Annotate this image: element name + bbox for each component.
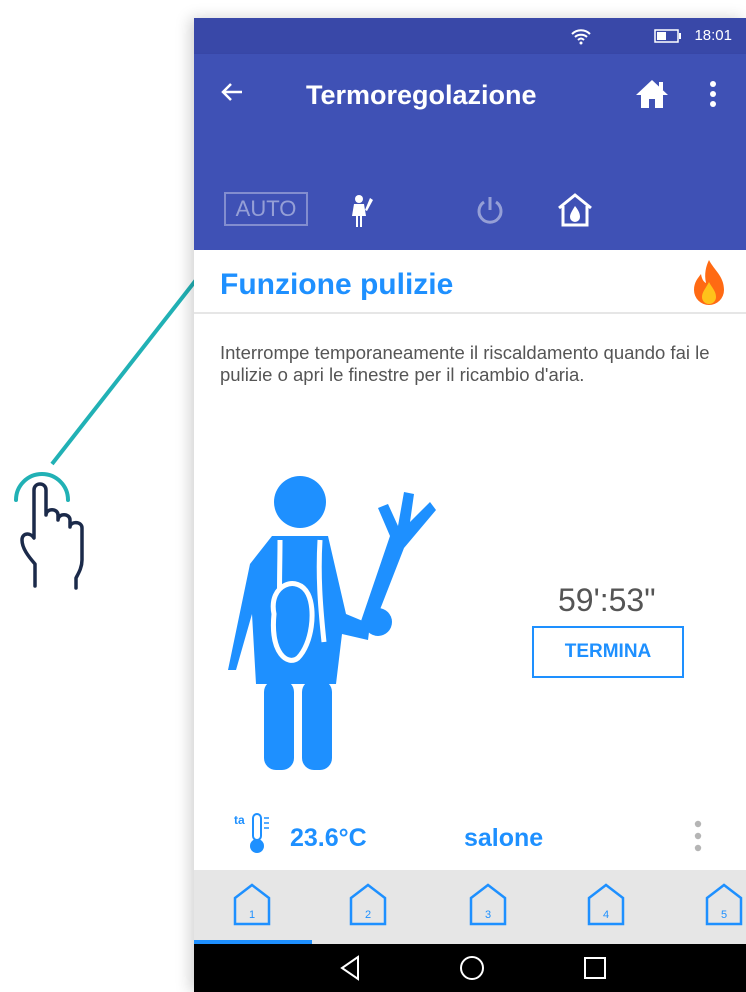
zone-tab-3[interactable]: 3 — [468, 882, 508, 928]
zone-tab-2[interactable]: 2 — [348, 882, 388, 928]
zone-status-row: ta 23.6°C salone — [194, 810, 746, 860]
zone-house-icon: 1 — [233, 883, 271, 926]
android-nav-bar — [194, 944, 746, 992]
home-icon[interactable] — [634, 78, 670, 110]
cleaning-person-illustration — [228, 476, 436, 770]
cleaning-mode-icon[interactable] — [350, 194, 374, 228]
status-time: 18:01 — [694, 27, 732, 44]
zone-tab-number: 1 — [249, 909, 255, 921]
zone-tab-bar: 1 2 3 4 5 — [194, 870, 746, 944]
home-circle-icon[interactable] — [458, 954, 486, 982]
zone-tab-4[interactable]: 4 — [586, 882, 626, 928]
mode-bar: AUTO — [194, 144, 746, 250]
zone-house-icon: 5 — [705, 883, 743, 926]
zone-tab-number: 5 — [721, 909, 727, 921]
flame-icon — [694, 260, 724, 305]
temp-prefix: ta — [234, 813, 245, 827]
overflow-menu-icon[interactable] — [709, 80, 717, 108]
end-cleaning-button[interactable]: TERMINA — [532, 626, 684, 678]
auto-mode-button[interactable]: AUTO — [224, 192, 308, 226]
power-off-icon[interactable] — [474, 194, 506, 226]
zone-tab-1[interactable]: 1 — [232, 882, 272, 928]
zone-tab-5[interactable]: 5 — [704, 882, 744, 928]
zone-menu-icon[interactable] — [694, 820, 702, 852]
battery-icon — [654, 29, 681, 43]
zone-house-icon: 4 — [587, 883, 625, 926]
recent-apps-icon[interactable] — [582, 954, 608, 982]
zone-house-icon: 3 — [469, 883, 507, 926]
hand-tap-icon — [14, 472, 84, 590]
zone-tab-number: 4 — [603, 909, 609, 921]
temperature-value: 23.6°C — [290, 824, 367, 852]
antifreeze-house-icon[interactable] — [556, 192, 594, 228]
back-triangle-icon[interactable] — [338, 954, 364, 982]
divider — [194, 312, 746, 314]
countdown-timer: 59':53" — [558, 582, 656, 618]
app-bar: Termoregolazione — [194, 54, 746, 144]
thermometer-icon: ta — [234, 813, 269, 853]
zone-house-icon: 2 — [349, 883, 387, 926]
status-bar: 18:01 — [194, 18, 746, 54]
zone-tab-number: 2 — [365, 909, 371, 921]
zone-tab-number: 3 — [485, 909, 491, 921]
function-title: Funzione pulizie — [220, 268, 454, 301]
phone-screen: 18:01 Termoregolazione AUTO Funzione pul… — [194, 18, 746, 992]
back-arrow-icon[interactable] — [220, 80, 244, 104]
page-title: Termoregolazione — [306, 80, 537, 110]
wifi-icon — [571, 29, 591, 45]
function-description: Interrompe temporaneamente il riscaldame… — [220, 342, 710, 385]
room-name: salone — [464, 824, 544, 852]
